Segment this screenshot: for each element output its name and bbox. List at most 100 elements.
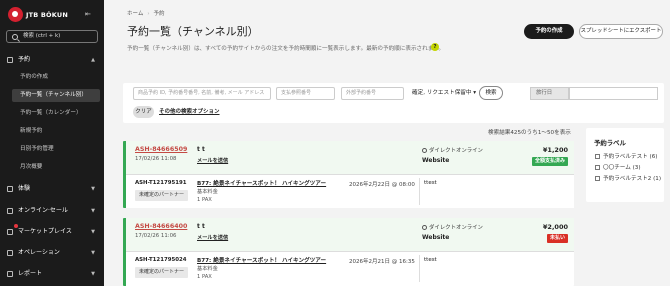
globe-icon (422, 225, 427, 230)
search-icon (12, 33, 18, 40)
booking-card-header: ASH-84666400 17/02/26 11:06 t t メールを送信 ダ… (126, 218, 574, 252)
create-booking-button[interactable]: 予約の作成 (524, 24, 574, 39)
channel: ダイレクトオンライン (422, 223, 483, 231)
sidebar-section-online-sales[interactable]: オンライン·セール ▼ (0, 204, 104, 218)
chevron-down-icon: ▾ (471, 90, 477, 96)
more-search-options-link[interactable]: その他の検索オプション (159, 106, 220, 118)
sidebar-item-daily-management[interactable]: 日別予約管理 (20, 143, 54, 156)
booking-date: 17/02/26 11:06 (135, 233, 177, 239)
experience-icon (7, 186, 13, 192)
booking-card: ASH-84666400 17/02/26 11:06 t t メールを送信 ダ… (123, 218, 574, 286)
sidebar-section-label: オペレーション (18, 249, 60, 256)
partner-badge: 未確定のパートナー (135, 190, 189, 201)
customer-name: t t (197, 146, 205, 153)
chevron-down-icon: ▼ (91, 229, 95, 235)
report-icon (7, 271, 13, 277)
search-button[interactable]: 検索 (479, 86, 503, 100)
label-option-text: 予約ラベルテスト2 (1) (603, 176, 662, 182)
sidebar-section-label: マーケットプレイス (18, 228, 72, 235)
divider (419, 255, 420, 282)
sidebar-item-bookings-by-channel[interactable]: 予約一覧（チャンネル別） (12, 89, 100, 102)
status-filter-label: 確定, リクエスト保留中 (412, 90, 472, 96)
booking-id-link[interactable]: ASH-84666400 (135, 223, 187, 230)
sidebar-search-input[interactable]: 検索 (ctrl + k) (6, 30, 98, 43)
send-email-link[interactable]: メールを送信 (197, 157, 228, 164)
reservation-date: 2026年2月22日 @ 08:00 (349, 182, 415, 188)
breadcrumb-home[interactable]: ホーム (127, 11, 143, 17)
channel-label: ダイレクトオンライン (429, 225, 483, 231)
clear-button[interactable]: クリア (133, 106, 154, 118)
booking-note: ttest (424, 257, 437, 263)
checkbox[interactable] (595, 176, 600, 181)
label-option[interactable]: 〇〇チーム (3) (595, 165, 641, 172)
label-option[interactable]: 予約ラベルテスト2 (1) (595, 176, 661, 183)
tour-link[interactable]: B77: 絶景ネイチャースポット！ ハイキングツアー (197, 179, 326, 187)
booking-card-body: ASH-T121795024 未確定のパートナー B77: 絶景ネイチャースポッ… (126, 252, 574, 285)
channel: ダイレクトオンライン (422, 146, 483, 154)
checkbox[interactable] (595, 154, 600, 159)
pax-count: 1 PAX (197, 197, 212, 203)
globe-icon (422, 148, 427, 153)
sidebar-item-monthly-overview[interactable]: 月次概要 (20, 161, 42, 174)
label-option-text: 予約ラベルテスト (6) (603, 154, 658, 160)
clipboard-icon (7, 250, 13, 256)
status-filter-dropdown[interactable]: 確定, リクエスト保留中 ▾ (412, 87, 476, 100)
sidebar-section-operations[interactable]: オペレーション ▼ (0, 246, 104, 260)
channel-source: Website (422, 157, 450, 164)
pax-count: 1 PAX (197, 274, 212, 280)
search-placeholder: 検索 (ctrl + k) (23, 33, 61, 39)
page-description: 予約一覧（チャンネル別）は、すべての予約サイトからの注文を予約時間順に一覧表示し… (127, 46, 444, 52)
booking-date: 17/02/26 11:08 (135, 156, 177, 162)
sidebar-item-new-bookings[interactable]: 新規予約 (20, 125, 42, 138)
booking-card: ASH-84666509 17/02/26 11:08 t t メールを送信 ダ… (123, 141, 574, 208)
payment-status-badge: 全額支払済み (531, 157, 568, 166)
payment-status-badge: 未払い (546, 234, 568, 243)
rate-name: 基本料金 (197, 189, 218, 195)
breadcrumb-bookings[interactable]: 予約 (154, 11, 165, 17)
divider (419, 178, 420, 205)
marketplace-icon (7, 229, 13, 235)
search-filter-panel: 商品予約 ID, 予約番号番号, 名前, 備考, メール アドレス 支払参照番号… (123, 83, 664, 123)
ticket-icon (7, 57, 13, 63)
send-email-link[interactable]: メールを送信 (197, 234, 228, 241)
sidebar-section-marketplace[interactable]: マーケットプレイス ▼ (0, 225, 104, 239)
channel-source: Website (422, 234, 450, 241)
payment-reference-input[interactable]: 支払参照番号 (276, 87, 335, 100)
breadcrumb: ホーム › 予約 (127, 9, 165, 17)
result-count: 検索結果425のうち1～50を表示 (488, 130, 571, 136)
sidebar-section-label: 体験 (18, 185, 31, 192)
booking-card-header: ASH-84666509 17/02/26 11:08 t t メールを送信 ダ… (126, 141, 574, 175)
booking-price: ¥2,000 (542, 223, 568, 231)
export-spreadsheet-button[interactable]: スプレッドシートにエクスポート (579, 24, 663, 39)
booking-labels-panel: 予約ラベル 予約ラベルテスト (6) 〇〇チーム (3) 予約ラベルテスト2 (… (586, 128, 664, 202)
sidebar-section-experience[interactable]: 体験 ▼ (0, 182, 104, 196)
channel-label: ダイレクトオンライン (429, 148, 483, 154)
sidebar-section-bookings[interactable]: 予約 ▲ (0, 53, 104, 67)
sidebar-section-reports[interactable]: レポート ▼ (0, 267, 104, 281)
product-search-input[interactable]: 商品予約 ID, 予約番号番号, 名前, 備考, メール アドレス (133, 87, 271, 100)
reservation-id: ASH-T121795191 (135, 180, 187, 186)
reservation-id: ASH-T121795024 (135, 257, 187, 263)
travel-date-select[interactable]: 旅行日 (530, 87, 569, 100)
collapse-sidebar-icon[interactable]: ⇤ (85, 10, 91, 18)
chevron-down-icon: ▼ (91, 208, 95, 214)
checkbox[interactable] (595, 165, 600, 170)
label-option[interactable]: 予約ラベルテスト (6) (595, 154, 657, 161)
external-booking-input[interactable]: 外部予約番号 (341, 87, 404, 100)
partner-badge: 未確定のパートナー (135, 267, 189, 278)
sidebar-item-bookings-calendar[interactable]: 予約一覧（カレンダー） (20, 107, 82, 120)
booking-card-body: ASH-T121795191 未確定のパートナー B77: 絶景ネイチャースポッ… (126, 175, 574, 208)
travel-date-input[interactable] (569, 87, 658, 100)
booking-id-link[interactable]: ASH-84666509 (135, 146, 187, 153)
app: JTB BÓKUN ⇤ 検索 (ctrl + k) 予約 ▲ 予約の作成 予約一覧… (0, 0, 670, 286)
tour-link[interactable]: B77: 絶景ネイチャースポット！ ハイキングツアー (197, 256, 326, 264)
chevron-down-icon: ▼ (91, 250, 95, 256)
sidebar-section-label: レポート (18, 270, 43, 277)
globe-icon (7, 208, 13, 214)
sidebar-item-create-booking[interactable]: 予約の作成 (20, 71, 48, 84)
brand-logo[interactable] (8, 7, 23, 22)
chevron-down-icon: ▼ (91, 186, 95, 192)
help-icon[interactable]: ? (431, 43, 439, 51)
rate-name: 基本料金 (197, 266, 218, 272)
breadcrumb-separator: › (147, 11, 150, 17)
